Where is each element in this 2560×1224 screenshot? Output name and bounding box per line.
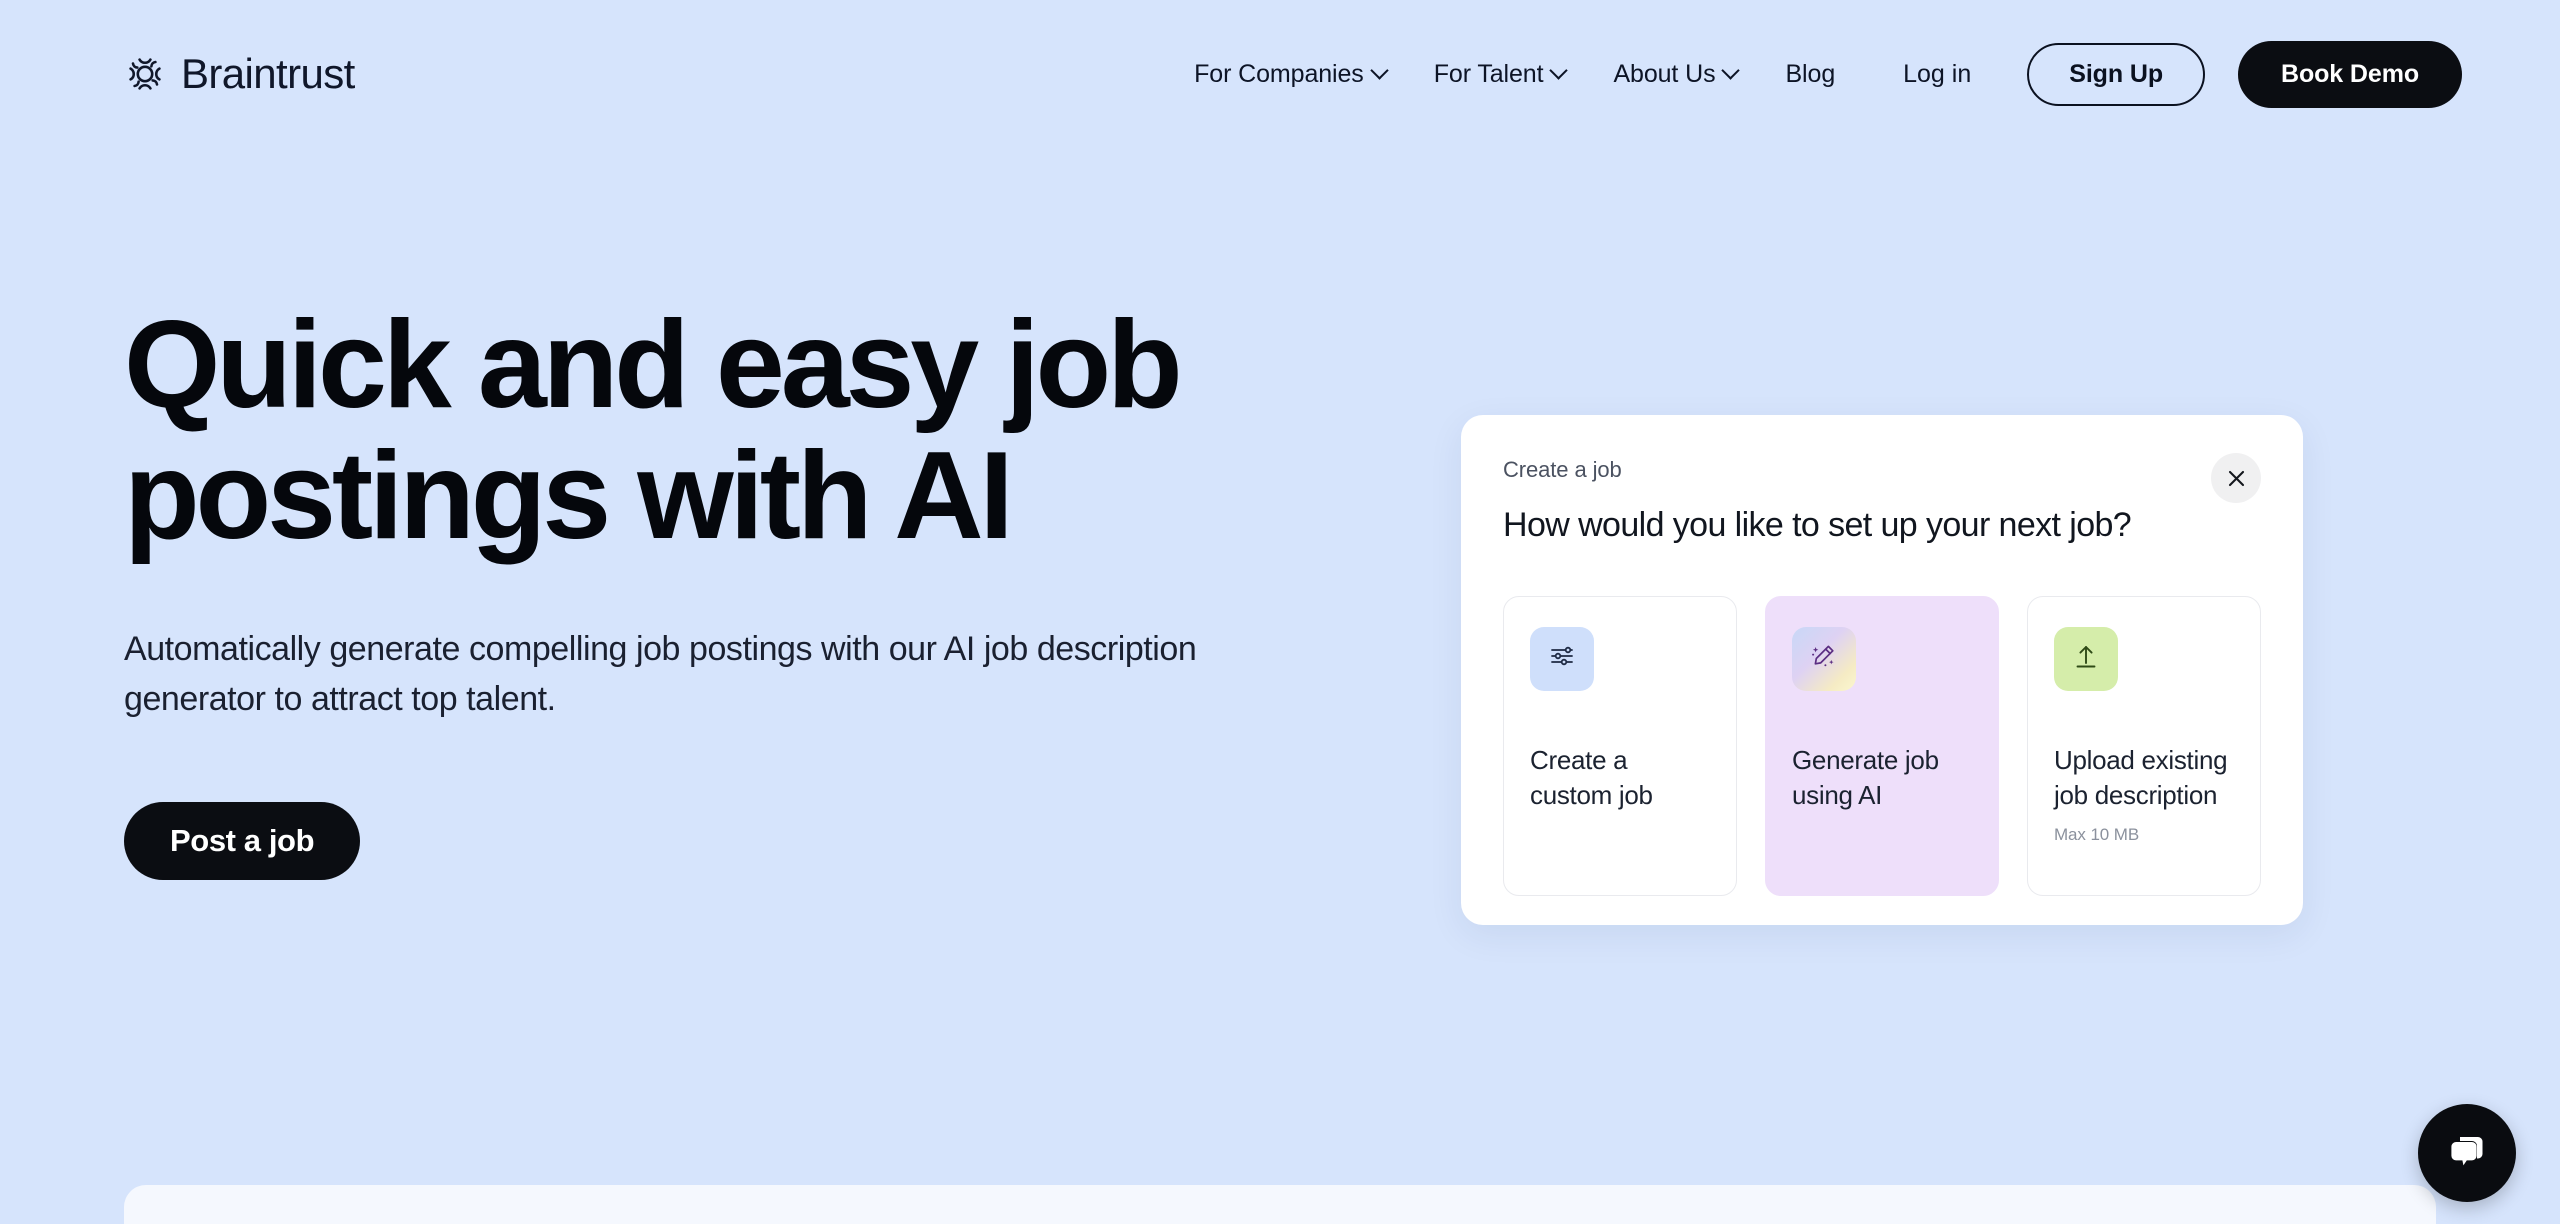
close-icon bbox=[2227, 469, 2246, 488]
nav-item-for-companies[interactable]: For Companies bbox=[1170, 50, 1410, 99]
post-a-job-button[interactable]: Post a job bbox=[124, 802, 361, 881]
modal-title: How would you like to set up your next j… bbox=[1503, 506, 2132, 544]
chevron-down-icon bbox=[1721, 60, 1741, 80]
next-section-panel bbox=[124, 1185, 2436, 1224]
hero-section: Quick and easy job postings with AI Auto… bbox=[124, 299, 1304, 881]
nav-item-label: Blog bbox=[1785, 59, 1836, 88]
page-title: Quick and easy job postings with AI bbox=[124, 299, 1304, 566]
chat-widget-button[interactable] bbox=[2418, 1104, 2516, 1202]
sliders-icon bbox=[1547, 641, 1577, 676]
option-label: Generate job using AI bbox=[1792, 744, 1939, 810]
hero-title-line-2: postings with AI bbox=[124, 427, 1014, 566]
nav-item-for-talent[interactable]: For Talent bbox=[1410, 50, 1590, 99]
chat-bubbles-icon bbox=[2442, 1127, 2492, 1180]
modal-eyebrow: Create a job bbox=[1503, 457, 1622, 482]
option-label: Create a custom job bbox=[1530, 744, 1653, 810]
upload-arrow-icon-wrap bbox=[2054, 626, 2118, 691]
option-label: Upload existing job description bbox=[2054, 744, 2228, 810]
login-link[interactable]: Log in bbox=[1881, 50, 1993, 99]
option-generate-job-using-ai[interactable]: Generate job using AI bbox=[1765, 595, 1999, 896]
option-meta: Max 10 MB bbox=[2054, 825, 2140, 845]
brand-logo[interactable]: Braintrust bbox=[124, 53, 355, 95]
chevron-down-icon bbox=[1549, 60, 1569, 80]
chevron-down-icon bbox=[1370, 60, 1389, 80]
nav-item-about-us[interactable]: About Us bbox=[1589, 50, 1761, 99]
hero-title-line-1: Quick and easy job bbox=[124, 296, 1183, 434]
braintrust-sun-icon bbox=[124, 53, 166, 95]
book-demo-button[interactable]: Book Demo bbox=[2237, 40, 2462, 108]
hero-subtitle: Automatically generate compelling job po… bbox=[124, 629, 1197, 718]
job-setup-options: Create a custom job Generate job using A… bbox=[1503, 595, 2261, 896]
nav-item-label: For Talent bbox=[1433, 59, 1544, 88]
upload-arrow-icon bbox=[2071, 641, 2101, 676]
nav-item-label: For Companies bbox=[1194, 59, 1364, 88]
option-create-custom-job[interactable]: Create a custom job bbox=[1503, 595, 1737, 896]
site-header: Braintrust For Companies For Talent Abou… bbox=[0, 0, 2560, 148]
brand-name: Braintrust bbox=[181, 50, 355, 97]
nav-item-blog[interactable]: Blog bbox=[1761, 50, 1859, 99]
option-upload-existing-job-description[interactable]: Upload existing job description Max 10 M… bbox=[2027, 595, 2261, 896]
create-a-job-modal: Create a job How would you like to set u… bbox=[1461, 415, 2303, 925]
nav-item-label: About Us bbox=[1613, 59, 1716, 88]
magic-wand-icon bbox=[1808, 640, 1840, 677]
sliders-icon-wrap bbox=[1530, 626, 1594, 691]
primary-navigation: For Companies For Talent About Us Blog L… bbox=[1170, 40, 2462, 108]
close-button[interactable] bbox=[2211, 453, 2261, 503]
magic-wand-icon-wrap bbox=[1792, 626, 1856, 691]
sign-up-button[interactable]: Sign Up bbox=[2027, 42, 2205, 106]
